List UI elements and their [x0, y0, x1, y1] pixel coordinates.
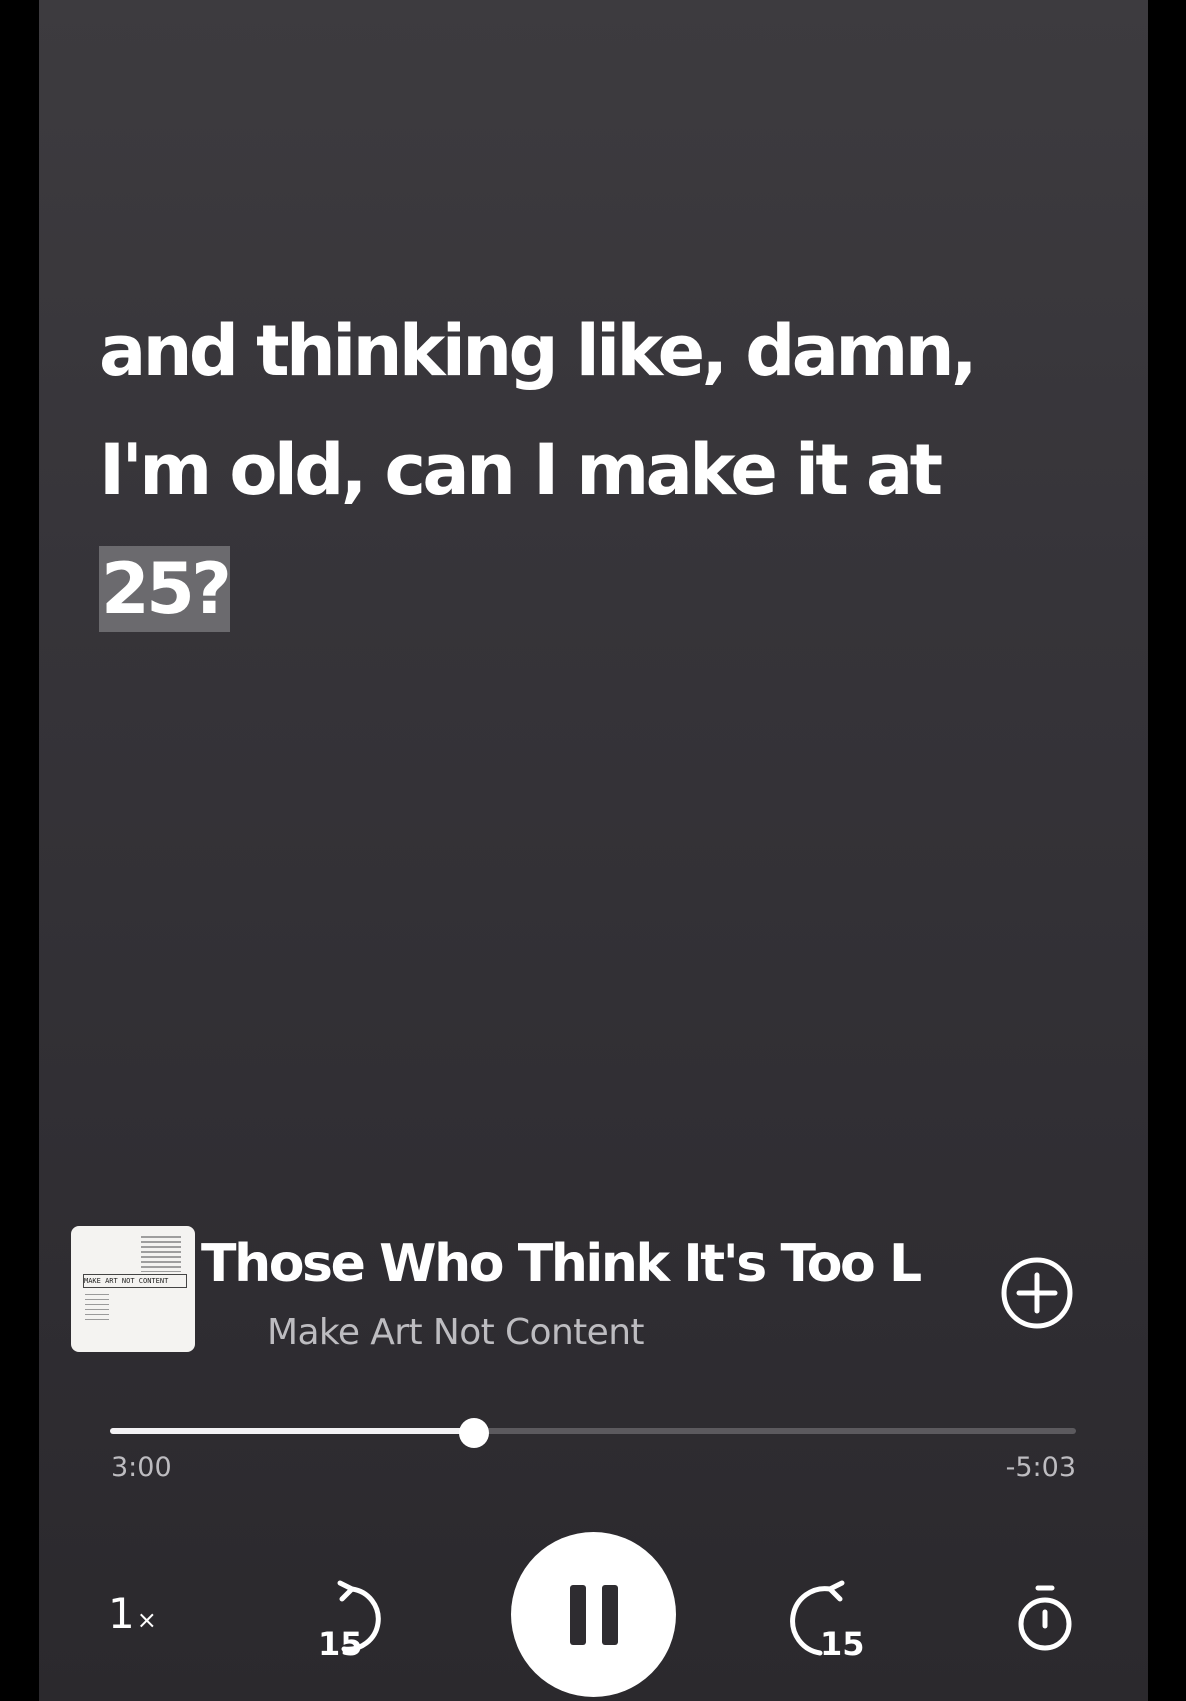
sleep-timer-icon [1018, 1585, 1072, 1651]
progress-thumb[interactable] [459, 1418, 490, 1448]
skip-back-seconds: 15 [318, 1625, 363, 1663]
skip-back-button[interactable]: 15 [312, 1575, 400, 1663]
album-art-stamp: MAKE ART NOT CONTENT [83, 1274, 187, 1288]
skip-forward-seconds: 15 [820, 1625, 865, 1663]
skip-back-icon: 15 [318, 1580, 381, 1663]
remaining-time: -5:03 [1005, 1452, 1076, 1483]
pause-button[interactable] [511, 1532, 676, 1697]
add-to-library-button[interactable] [999, 1255, 1075, 1331]
lyric-line: and thinking like, damn, [99, 310, 978, 392]
lyrics-panel: and thinking like, damn, I'm old, can I … [99, 292, 1089, 649]
lyric-line-current: 25? [99, 530, 1089, 649]
lyric-line: I'm old, can I make it at [99, 429, 943, 511]
skip-forward-button[interactable]: 15 [782, 1575, 870, 1663]
progress-bar[interactable] [110, 1418, 1076, 1448]
add-circle-icon [1001, 1257, 1073, 1329]
skip-forward-icon: 15 [790, 1580, 865, 1663]
album-art-text-block [141, 1236, 181, 1272]
sleep-timer-button[interactable] [1010, 1582, 1080, 1656]
track-artist[interactable]: Make Art Not Content [267, 1312, 645, 1353]
playback-controls: 1 × 15 15 [0, 1520, 1186, 1701]
album-art[interactable]: MAKE ART NOT CONTENT [71, 1226, 195, 1352]
speed-suffix: × [136, 1606, 157, 1634]
playback-speed-button[interactable]: 1 × [108, 1578, 174, 1648]
player-screen: and thinking like, damn, I'm old, can I … [39, 0, 1148, 1701]
now-playing-info: MAKE ART NOT CONTENT Those Who Think It'… [71, 1226, 1073, 1356]
album-art-notes [85, 1294, 109, 1324]
current-lyric-word: 25? [99, 546, 232, 632]
speed-value: 1 [108, 1588, 135, 1638]
elapsed-time: 3:00 [111, 1452, 172, 1483]
pause-icon [569, 1584, 618, 1645]
track-title[interactable]: Those Who Think It's Too L [201, 1234, 1016, 1294]
progress-fill [110, 1428, 475, 1434]
